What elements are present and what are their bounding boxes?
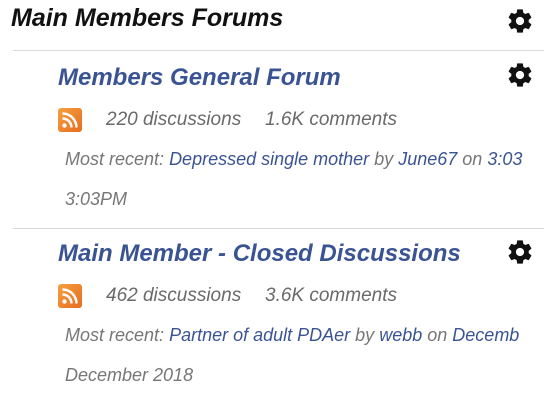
gear-icon[interactable] [506, 7, 534, 35]
most-recent-date: 3:03PM [65, 189, 128, 209]
forum-divider [13, 228, 544, 229]
rss-icon[interactable] [58, 108, 82, 132]
discussion-count: 462 discussions [106, 285, 242, 306]
most-recent-line: Most recent: Depressed single mother by … [65, 149, 522, 170]
forum-title-members-general[interactable]: Members General Forum [58, 64, 341, 92]
rss-icon[interactable] [58, 284, 82, 308]
discussion-count: 220 discussions [106, 109, 242, 130]
most-recent-date-link[interactable]: Decemb [452, 325, 519, 345]
on-label: on [462, 149, 483, 169]
comment-count: 1.6K comments [265, 109, 397, 130]
most-recent-line: Most recent: Partner of adult PDAer by w… [65, 325, 519, 346]
on-label: on [427, 325, 448, 345]
category-title: Main Members Forums [11, 4, 284, 32]
comment-count: 3.6K comments [265, 285, 397, 306]
most-recent-topic-link[interactable]: Partner of adult PDAer [169, 325, 350, 345]
forum-title-closed-discussions[interactable]: Main Member - Closed Discussions [58, 240, 461, 268]
by-label: by [355, 325, 375, 345]
most-recent-topic-link[interactable]: Depressed single mother [169, 149, 369, 169]
most-recent-date-link[interactable]: 3:03 [487, 149, 522, 169]
most-recent-label: Most recent: [65, 325, 165, 345]
most-recent-label: Most recent: [65, 149, 165, 169]
gear-icon[interactable] [506, 238, 534, 266]
by-label: by [374, 149, 394, 169]
most-recent-author-link[interactable]: webb [379, 325, 422, 345]
most-recent-date: December 2018 [65, 365, 194, 385]
gear-icon[interactable] [506, 61, 534, 89]
forum-category-page: Main Members Forums Members General Foru… [0, 0, 553, 400]
most-recent-author-link[interactable]: June67 [398, 149, 457, 169]
section-divider [13, 50, 544, 51]
